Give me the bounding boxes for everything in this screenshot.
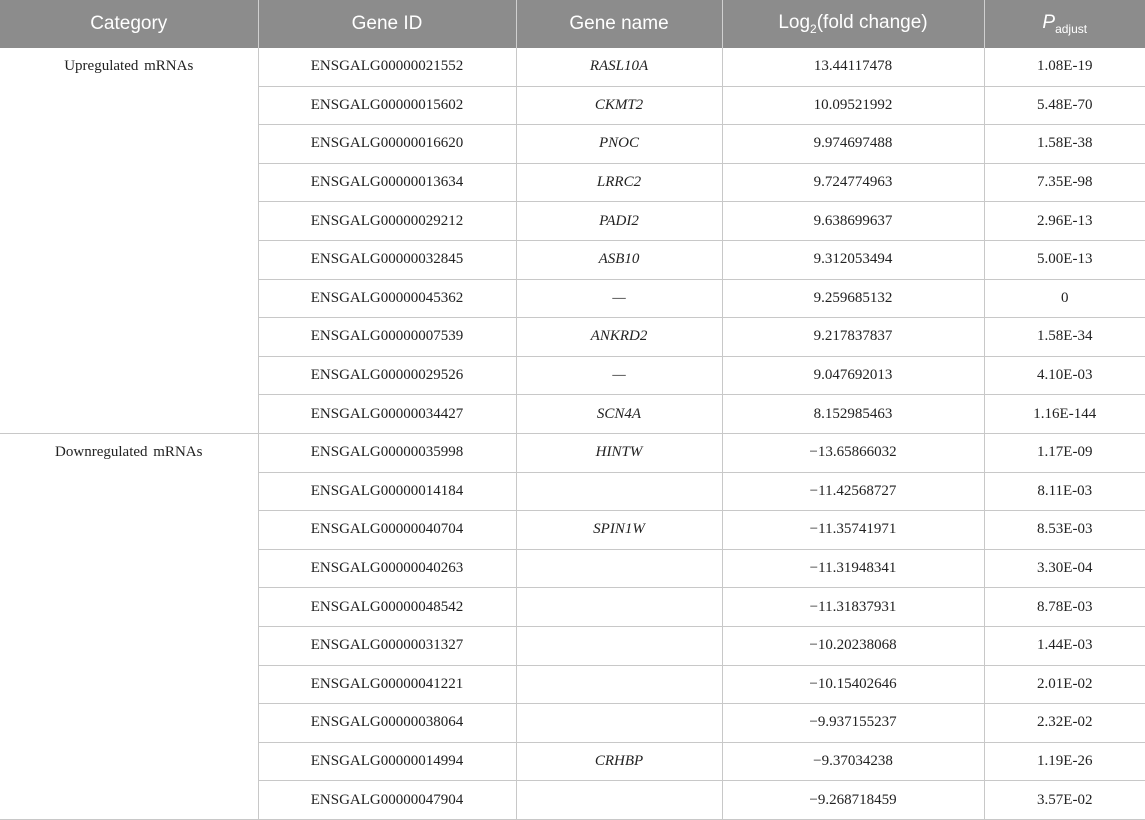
p-adjust-cell: 1.44E-03 [983, 626, 1145, 666]
gene-id-cell: ENSGALG00000038064 [257, 703, 516, 743]
gene-name-cell: PADI2 [515, 201, 722, 241]
gene-name-cell [515, 626, 722, 666]
log2-fold-change-cell: −11.31948341 [721, 549, 984, 589]
gene-name-cell: ASB10 [515, 240, 722, 280]
p-adjust-cell: 1.19E-26 [983, 742, 1145, 782]
gene-id-cell: ENSGALG00000032845 [257, 240, 516, 280]
p-adjust-cell: 1.58E-34 [983, 317, 1145, 357]
gene-id-cell: ENSGALG00000035998 [257, 433, 516, 473]
header-p-adjust: Padjust [983, 0, 1145, 48]
log2-fold-change-cell: −11.31837931 [721, 587, 984, 627]
log2-fold-change-cell: −13.65866032 [721, 433, 984, 473]
gene-name-cell: ANKRD2 [515, 317, 722, 357]
gene-id-cell: ENSGALG00000047904 [257, 780, 516, 820]
gene-id-cell: ENSGALG00000016620 [257, 124, 516, 164]
p-adjust-cell: 2.01E-02 [983, 665, 1145, 705]
table-header: Category Gene ID Gene name Log2(fold cha… [0, 0, 1145, 48]
gene-id-cell: ENSGALG00000041221 [257, 665, 516, 705]
gene-id-cell: ENSGALG00000015602 [257, 86, 516, 126]
log2-fold-change-cell: −9.937155237 [721, 703, 984, 743]
gene-name-cell: RASL10A [515, 48, 722, 87]
gene-id-cell: ENSGALG00000029526 [257, 356, 516, 396]
gene-name-cell: PNOC [515, 124, 722, 164]
log2-fold-change-cell: 9.724774963 [721, 163, 984, 203]
category-cell: Upregulated mRNAs [0, 48, 258, 434]
p-adjust-cell: 4.10E-03 [983, 356, 1145, 396]
gene-name-cell [515, 587, 722, 627]
gene-id-cell: ENSGALG00000031327 [257, 626, 516, 666]
gene-name-cell: — [515, 279, 722, 319]
p-adjust-cell: 3.57E-02 [983, 780, 1145, 820]
gene-name-cell [515, 665, 722, 705]
log2-fold-change-cell: 9.047692013 [721, 356, 984, 396]
header-category: Category [0, 0, 258, 48]
log2-fold-change-cell: −10.15402646 [721, 665, 984, 705]
table-row: Downregulated mRNAs ENSGALG00000035998 HIN… [0, 433, 1145, 820]
table-row: Upregulated mRNAs ENSGALG00000021552 RASL1… [0, 48, 1145, 434]
p-adjust-cell: 1.08E-19 [983, 48, 1145, 87]
log2-fold-change-cell: −11.35741971 [721, 510, 984, 550]
gene-name-cell: — [515, 356, 722, 396]
log2-fold-change-cell: 9.638699637 [721, 201, 984, 241]
p-adjust-cell: 1.58E-38 [983, 124, 1145, 164]
gene-name-cell [515, 703, 722, 743]
p-adjust-cell: 8.11E-03 [983, 472, 1145, 512]
header-log2-fold-change: Log2(fold change) [721, 0, 984, 48]
gene-id-cell: ENSGALG00000040263 [257, 549, 516, 589]
log2-fold-change-cell: −9.37034238 [721, 742, 984, 782]
p-adjust-cell: 1.16E-144 [983, 394, 1145, 434]
log2-fold-change-cell: 13.44117478 [721, 48, 984, 87]
p-adjust-cell: 0 [983, 279, 1145, 319]
gene-expression-table: Category Gene ID Gene name Log2(fold cha… [0, 0, 1145, 820]
gene-id-cell: ENSGALG00000007539 [257, 317, 516, 357]
gene-name-cell [515, 549, 722, 589]
log2-fold-change-cell: −10.20238068 [721, 626, 984, 666]
p-adjust-cell: 5.00E-13 [983, 240, 1145, 280]
gene-id-cell: ENSGALG00000014994 [257, 742, 516, 782]
p-adjust-cell: 2.32E-02 [983, 703, 1145, 743]
log2-fold-change-cell: 8.152985463 [721, 394, 984, 434]
p-adjust-cell: 3.30E-04 [983, 549, 1145, 589]
p-adjust-cell: 5.48E-70 [983, 86, 1145, 126]
gene-name-cell: CKMT2 [515, 86, 722, 126]
header-row: Category Gene ID Gene name Log2(fold cha… [0, 0, 1145, 48]
gene-id-cell: ENSGALG00000040704 [257, 510, 516, 550]
p-adjust-cell: 8.53E-03 [983, 510, 1145, 550]
table-body: Upregulated mRNAs ENSGALG00000021552 RASL1… [0, 48, 1145, 820]
header-gene-id: Gene ID [257, 0, 516, 48]
log2-fold-change-cell: 9.974697488 [721, 124, 984, 164]
gene-name-cell: HINTW [515, 433, 722, 473]
gene-name-cell [515, 472, 722, 512]
gene-name-cell [515, 780, 722, 820]
gene-name-cell: SPIN1W [515, 510, 722, 550]
category-cell: Downregulated mRNAs [0, 433, 258, 820]
p-adjust-cell: 1.17E-09 [983, 433, 1145, 473]
log2-fold-change-cell: 9.259685132 [721, 279, 984, 319]
gene-id-cell: ENSGALG00000014184 [257, 472, 516, 512]
log2-fold-change-cell: −9.268718459 [721, 780, 984, 820]
gene-id-cell: ENSGALG00000021552 [257, 48, 516, 87]
p-adjust-cell: 2.96E-13 [983, 201, 1145, 241]
log2-fold-change-cell: 10.09521992 [721, 86, 984, 126]
log2-fold-change-cell: −11.42568727 [721, 472, 984, 512]
gene-id-cell: ENSGALG00000048542 [257, 587, 516, 627]
gene-name-cell: LRRC2 [515, 163, 722, 203]
gene-id-cell: ENSGALG00000013634 [257, 163, 516, 203]
gene-id-cell: ENSGALG00000034427 [257, 394, 516, 434]
header-gene-name: Gene name [515, 0, 722, 48]
p-adjust-cell: 7.35E-98 [983, 163, 1145, 203]
gene-id-cell: ENSGALG00000045362 [257, 279, 516, 319]
gene-name-cell: SCN4A [515, 394, 722, 434]
p-adjust-cell: 8.78E-03 [983, 587, 1145, 627]
gene-id-cell: ENSGALG00000029212 [257, 201, 516, 241]
gene-name-cell: CRHBP [515, 742, 722, 782]
log2-fold-change-cell: 9.312053494 [721, 240, 984, 280]
log2-fold-change-cell: 9.217837837 [721, 317, 984, 357]
